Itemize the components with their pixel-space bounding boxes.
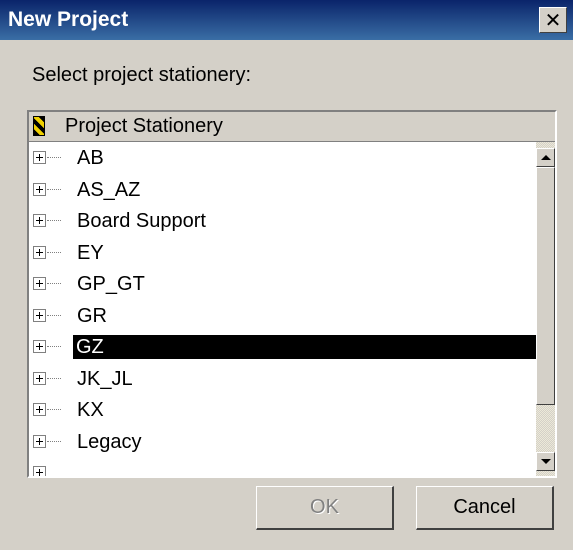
scroll-down-button[interactable] (536, 452, 555, 471)
expand-plus-icon[interactable] (33, 403, 46, 416)
tree-item-label[interactable]: KX (74, 398, 107, 422)
tree-connector (47, 220, 61, 221)
close-button[interactable]: ✕ (539, 7, 567, 33)
tree-item-label[interactable]: Board Support (74, 209, 209, 233)
tree-item-partial[interactable] (29, 457, 537, 476)
vertical-scrollbar[interactable] (536, 142, 555, 476)
expand-plus-icon[interactable] (33, 182, 46, 196)
stationery-icon (33, 116, 45, 136)
tree-item[interactable]: AS_AZ (29, 174, 537, 206)
expand-plus-icon[interactable] (33, 340, 46, 353)
tree-item[interactable]: Board Support (29, 205, 537, 237)
expand-plus-icon[interactable] (33, 151, 46, 164)
tree-item[interactable]: GP_GT (29, 268, 537, 300)
window-title: New Project (8, 8, 129, 31)
tree-item[interactable]: JK_JL (29, 363, 537, 395)
tree-item-label[interactable]: GR (74, 304, 110, 328)
tree-header: Project Stationery (29, 112, 555, 142)
close-icon: ✕ (544, 8, 562, 32)
tree-item-label[interactable]: GP_GT (74, 272, 148, 296)
tree-item-label[interactable]: Legacy (74, 430, 145, 454)
expand-plus-icon[interactable] (33, 245, 46, 259)
scroll-up-button[interactable] (536, 148, 555, 167)
tree-connector (47, 251, 61, 253)
tree-item-label[interactable]: AB (74, 146, 107, 170)
select-prompt-label: Select project stationery: (32, 64, 251, 86)
tree-connector (47, 346, 61, 347)
tree-item[interactable]: KX (29, 394, 537, 426)
tree-item[interactable]: Legacy (29, 426, 537, 458)
expand-plus-icon[interactable] (33, 466, 46, 476)
tree-item-label[interactable]: AS_AZ (74, 178, 143, 202)
tree-item-label[interactable]: GZ (73, 335, 537, 359)
arrow-down-icon (541, 459, 551, 464)
cancel-button[interactable]: Cancel (416, 486, 554, 530)
expand-plus-icon[interactable] (33, 434, 46, 448)
title-bar[interactable]: New Project ✕ (0, 0, 573, 40)
tree-connector (47, 377, 61, 379)
tree-connector (47, 157, 61, 158)
arrow-up-icon (541, 155, 551, 160)
tree-connector (47, 283, 61, 284)
tree-item-label[interactable]: JK_JL (74, 367, 136, 391)
expand-plus-icon[interactable] (33, 277, 46, 290)
tree-item[interactable]: EY (29, 237, 537, 269)
tree-connector (47, 440, 61, 442)
expand-plus-icon[interactable] (33, 214, 46, 227)
stationery-tree[interactable]: Project Stationery AB AS_AZ Board Suppor… (27, 110, 557, 478)
tree-item-label[interactable]: EY (74, 241, 107, 265)
tree-item[interactable]: AB (29, 142, 537, 174)
tree-header-label: Project Stationery (65, 115, 223, 137)
expand-plus-icon[interactable] (33, 308, 46, 322)
ok-button[interactable]: OK (256, 486, 394, 530)
tree-connector (47, 314, 61, 316)
tree-connector (47, 409, 61, 410)
tree-list: AB AS_AZ Board Support EY GP_GT GR GZ JK… (29, 142, 537, 476)
tree-item-selected[interactable]: GZ (29, 331, 537, 363)
new-project-dialog: New Project ✕ Select project stationery:… (0, 0, 573, 550)
expand-plus-icon[interactable] (33, 371, 46, 385)
scroll-thumb[interactable] (536, 167, 555, 405)
tree-connector (47, 188, 61, 190)
tree-item[interactable]: GR (29, 300, 537, 332)
